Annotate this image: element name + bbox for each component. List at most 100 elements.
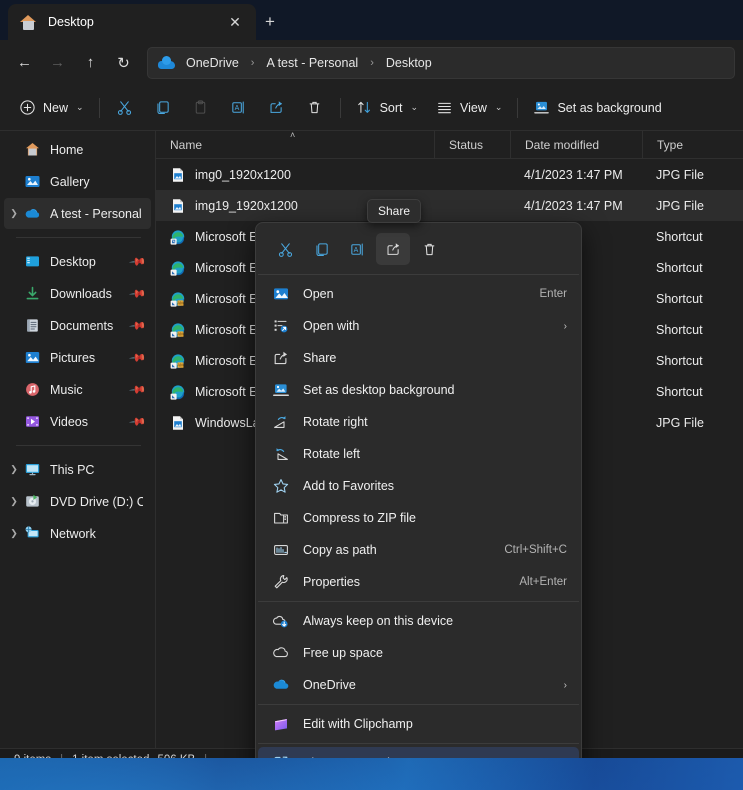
sidebar-item-a-test-personal[interactable]: ❯ A test - Personal <box>4 198 151 229</box>
sidebar-item-label: Gallery <box>50 175 143 189</box>
table-row[interactable]: img19_1920x1200 4/1/2023 1:47 PM JPG Fil… <box>156 190 743 221</box>
status-item-count: 9 items <box>14 754 51 759</box>
forward-button[interactable]: → <box>41 47 74 79</box>
menu-item-edit-with-clipchamp[interactable]: Edit with Clipchamp <box>258 708 579 740</box>
close-icon[interactable]: ✕ <box>222 9 248 35</box>
menu-item-add-to-favorites[interactable]: Add to Favorites <box>258 470 579 502</box>
sidebar-item-music[interactable]: Music 📌 <box>4 374 151 405</box>
menu-item-free-up-space[interactable]: Free up space <box>258 637 579 669</box>
sidebar-item-label: Documents <box>50 319 131 333</box>
new-tab-button[interactable]: + <box>256 8 284 34</box>
sidebar-item-label: Pictures <box>50 351 131 365</box>
context-menu-separator <box>258 274 579 275</box>
chevron-right-icon[interactable]: ❯ <box>4 496 24 507</box>
context-share-button[interactable] <box>376 233 410 265</box>
edge-shortcut-icon <box>170 384 186 400</box>
breadcrumb[interactable]: OneDrive › A test - Personal › Desktop <box>147 47 735 79</box>
column-header-status[interactable]: Status <box>434 131 510 159</box>
open-with-icon <box>272 317 290 335</box>
jpg-file-icon <box>170 415 186 431</box>
status-divider: | <box>195 754 216 759</box>
sidebar-item-pictures[interactable]: Pictures 📌 <box>4 342 151 373</box>
rename-button[interactable]: A <box>220 92 258 124</box>
sidebar-item-home[interactable]: Home <box>4 134 151 165</box>
menu-item-open[interactable]: Open Enter <box>258 278 579 310</box>
chevron-right-icon[interactable]: ❯ <box>4 464 24 475</box>
context-delete-button[interactable] <box>412 233 446 265</box>
sort-button[interactable]: Sort ⌄ <box>347 92 427 124</box>
menu-item-show-more-options[interactable]: Show more options <box>258 747 579 758</box>
videos-icon <box>24 413 41 430</box>
back-button[interactable]: ← <box>8 47 41 79</box>
toolbar-divider <box>517 98 518 118</box>
menu-item-always-keep-on-this-device[interactable]: Always keep on this device <box>258 605 579 637</box>
menu-item-label: Properties <box>303 575 519 589</box>
menu-item-rotate-left[interactable]: Rotate left <box>258 438 579 470</box>
chevron-right-icon[interactable]: ❯ <box>4 528 24 539</box>
sidebar-item-documents[interactable]: Documents 📌 <box>4 310 151 341</box>
onedrive-cloud-icon <box>158 57 175 69</box>
menu-item-properties[interactable]: Properties Alt+Enter <box>258 566 579 598</box>
copy-icon <box>313 241 330 258</box>
edge-shortcut-icon <box>170 260 186 276</box>
menu-item-accelerator: Enter <box>540 288 568 300</box>
menu-item-copy-as-path[interactable]: Copy as path Ctrl+Shift+C <box>258 534 579 566</box>
menu-item-label: Open with <box>303 319 556 333</box>
share-button[interactable] <box>258 92 296 124</box>
up-button[interactable]: ↑ <box>74 47 107 79</box>
context-rename-button[interactable]: A <box>340 233 374 265</box>
menu-item-label: Always keep on this device <box>303 614 567 628</box>
context-cut-button[interactable] <box>268 233 302 265</box>
menu-item-compress-to-zip[interactable]: Compress to ZIP file <box>258 502 579 534</box>
column-header-type[interactable]: Type <box>642 131 743 159</box>
breadcrumb-item-desktop[interactable]: Desktop <box>383 54 435 72</box>
context-menu[interactable]: A <box>255 222 582 758</box>
breadcrumb-item-a-test-personal[interactable]: A test - Personal <box>263 54 361 72</box>
menu-item-rotate-right[interactable]: Rotate right <box>258 406 579 438</box>
edge-shortcut-icon <box>170 229 186 245</box>
svg-text:A: A <box>353 246 358 253</box>
set-as-background-button[interactable]: Set as background <box>524 92 670 124</box>
sidebar-item-gallery[interactable]: Gallery <box>4 166 151 197</box>
sidebar-item-this-pc[interactable]: ❯ This PC <box>4 454 151 485</box>
menu-item-accelerator: Alt+Enter <box>519 576 567 588</box>
navigation-pane[interactable]: Home Gallery ❯ <box>0 131 156 748</box>
clipchamp-icon <box>272 715 290 733</box>
home-icon <box>24 141 41 158</box>
share-icon <box>268 99 285 116</box>
table-row[interactable]: img0_1920x1200 4/1/2023 1:47 PM JPG File <box>156 159 743 190</box>
sidebar-item-desktop[interactable]: Desktop 📌 <box>4 246 151 277</box>
sort-icon <box>356 99 373 116</box>
file-name: WindowsLa <box>195 416 260 430</box>
delete-button[interactable] <box>296 92 334 124</box>
file-type: JPG File <box>642 168 743 182</box>
menu-item-onedrive[interactable]: OneDrive › <box>258 669 579 701</box>
menu-item-label: Show more options <box>303 756 567 758</box>
sidebar-item-network[interactable]: ❯ Network <box>4 518 151 549</box>
chevron-right-icon[interactable]: ❯ <box>4 208 24 219</box>
set-background-icon <box>533 99 550 116</box>
context-copy-button[interactable] <box>304 233 338 265</box>
view-button[interactable]: View ⌄ <box>427 92 511 124</box>
scissors-icon <box>277 241 294 258</box>
refresh-button[interactable]: ↻ <box>107 47 140 79</box>
paste-button[interactable] <box>182 92 220 124</box>
menu-item-open-with[interactable]: Open with › <box>258 310 579 342</box>
menu-item-set-as-desktop-background[interactable]: Set as desktop background <box>258 374 579 406</box>
file-type: Shortcut <box>642 323 743 337</box>
column-header-date-modified[interactable]: Date modified <box>510 131 642 159</box>
menu-item-share[interactable]: Share <box>258 342 579 374</box>
jpg-file-icon <box>170 167 186 183</box>
cut-button[interactable] <box>106 92 144 124</box>
breadcrumb-item-onedrive[interactable]: OneDrive <box>183 54 242 72</box>
sidebar-item-downloads[interactable]: Downloads 📌 <box>4 278 151 309</box>
copy-button[interactable] <box>144 92 182 124</box>
sidebar-item-dvd-drive[interactable]: ❯ DVD Drive (D:) CCC <box>4 486 151 517</box>
gallery-icon <box>24 173 41 190</box>
sidebar-item-videos[interactable]: Videos 📌 <box>4 406 151 437</box>
show-more-icon <box>272 754 290 758</box>
column-header-name[interactable]: Name ˄ <box>156 131 434 159</box>
new-button[interactable]: New ⌄ <box>10 92 93 124</box>
tab-desktop[interactable]: Desktop ✕ <box>8 4 256 40</box>
trash-icon <box>306 99 323 116</box>
